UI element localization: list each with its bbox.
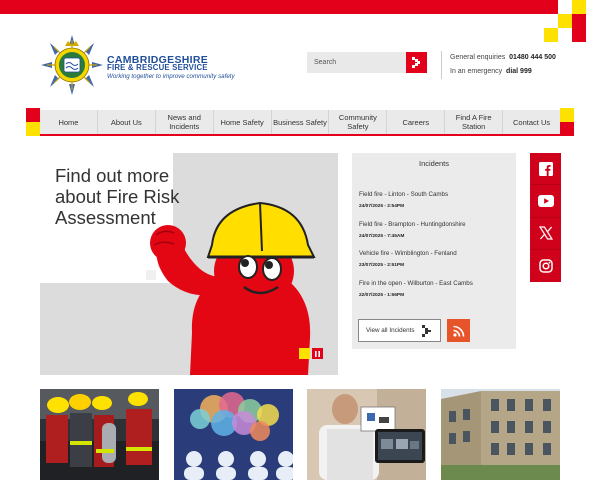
checker-square [558, 14, 572, 28]
rss-icon [452, 325, 464, 337]
firefighters-photo [40, 389, 159, 480]
emergency-number: dial 999 [506, 68, 532, 75]
nav-item-news-and-incidents[interactable]: News and Incidents [156, 110, 214, 134]
instagram-link[interactable] [530, 250, 561, 282]
facebook-icon [538, 161, 553, 176]
incident-name[interactable]: Field fire - Brampton - Huntingdonshire [359, 221, 511, 228]
incident-list: Field fire - Linton - South Cambs 24/07/… [359, 191, 511, 309]
facebook-link[interactable] [530, 153, 561, 186]
incident-date: 24/07/2025 - 7:45AM [359, 233, 405, 239]
nav-item-home[interactable]: Home [40, 110, 98, 134]
general-enquiries-label: General enquiries [450, 54, 506, 61]
incidents-panel: Incidents Field fire - Linton - South Ca… [352, 153, 516, 349]
residential-building-photo [441, 389, 560, 480]
nav-item-community-safety[interactable]: Community Safety [329, 110, 388, 134]
checker-square [586, 14, 600, 28]
checker-square [586, 0, 600, 14]
checker-square [586, 28, 600, 42]
incident-date: 23/07/2025 - 2:51PM [359, 263, 405, 268]
nav-item-contact-us[interactable]: Contact Us [503, 110, 560, 134]
view-all-incidents-button[interactable]: View all Incidents [358, 319, 441, 342]
promo-card-firefighters[interactable] [40, 389, 159, 480]
youtube-link[interactable] [530, 185, 561, 218]
carousel-controls [299, 348, 323, 359]
general-enquiries-number[interactable]: 01480 444 500 [509, 54, 556, 61]
x-link[interactable] [530, 218, 561, 250]
incident-date: 22/07/2025 - 1:56PM [359, 292, 405, 298]
hero-banner[interactable]: Find out more about Fire Risk Assessment [40, 153, 338, 375]
nav-item-about-us[interactable]: About Us [98, 110, 156, 134]
tablet-training-photo [307, 389, 426, 480]
checker-square [558, 28, 572, 42]
checker-square [558, 0, 572, 14]
nav-item-find-a-fire-station[interactable]: Find A Fire Station [445, 110, 504, 134]
incidents-title: Incidents [418, 159, 450, 168]
incident-date: 24/07/2025 - 2:54PM [359, 204, 405, 209]
main-nav: Home About Us News and Incidents Home Sa… [40, 110, 560, 136]
rss-feed-button[interactable] [447, 319, 470, 342]
nav-item-careers[interactable]: Careers [387, 110, 446, 134]
promo-card-training[interactable] [307, 389, 426, 480]
search-input[interactable]: Search [307, 52, 406, 73]
nav-edge-accent [26, 108, 40, 136]
search-button[interactable] [406, 52, 427, 73]
youtube-icon [537, 194, 554, 207]
carousel-slide-indicator[interactable] [299, 348, 310, 359]
logo-subtitle: FIRE & RESCUE SERVICE [107, 63, 208, 72]
incident-name[interactable]: Vehicle fire - Wimblington - Fenland [359, 250, 511, 257]
carousel-pause-button[interactable] [312, 348, 323, 359]
promo-card-community[interactable] [174, 389, 293, 480]
promo-card-housing[interactable] [441, 389, 560, 480]
checker-square [544, 0, 558, 14]
community-speech-bubbles-graphic [174, 389, 293, 480]
instagram-icon [538, 259, 553, 273]
incident-item[interactable]: Fire in the open - Wilburton - East Camb… [359, 280, 511, 310]
checker-square [572, 0, 586, 14]
incident-item[interactable]: Field fire - Brampton - Huntingdonshire … [359, 221, 511, 251]
nav-item-business-safety[interactable]: Business Safety [272, 110, 330, 134]
checker-square [544, 28, 558, 42]
pause-icon [315, 350, 320, 357]
incident-item[interactable]: Vehicle fire - Wimblington - Fenland 23/… [359, 250, 511, 280]
checker-square [544, 14, 558, 28]
hero-title[interactable]: Find out more about Fire Risk Assessment [55, 165, 205, 228]
emergency-label: In an emergency [450, 68, 503, 75]
checker-square [572, 28, 586, 42]
incident-item[interactable]: Field fire - Linton - South Cambs 24/07/… [359, 191, 511, 221]
chevron-right-icon [411, 57, 420, 68]
logo-tagline: Working together to improve community sa… [107, 73, 235, 80]
checker-square [572, 14, 586, 28]
fire-service-crest-icon [41, 35, 103, 95]
view-all-incidents-label: View all Incidents [366, 327, 415, 334]
chevron-right-icon [421, 324, 431, 337]
contact-info: General enquiries 01480 444 500 In an em… [441, 51, 591, 79]
incident-name[interactable]: Field fire - Linton - South Cambs [359, 191, 511, 198]
social-links [530, 153, 561, 282]
x-icon [538, 226, 553, 240]
incident-name[interactable]: Fire in the open - Wilburton - East Camb… [359, 280, 511, 287]
top-brand-band [0, 0, 600, 14]
nav-item-home-safety[interactable]: Home Safety [214, 110, 272, 134]
nav-edge-accent [560, 108, 574, 136]
